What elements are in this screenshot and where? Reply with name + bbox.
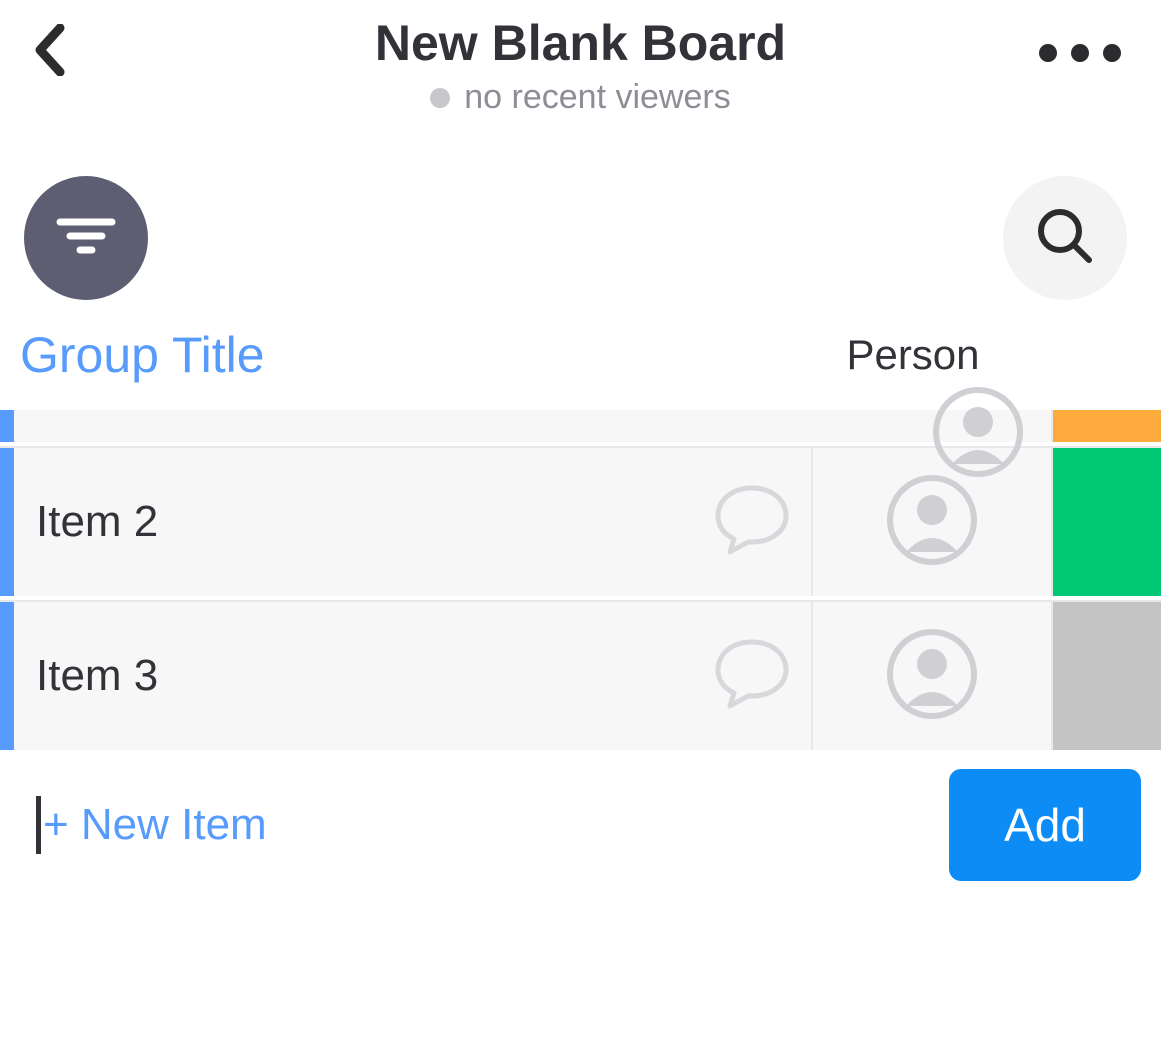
person-cell[interactable] bbox=[813, 410, 1053, 442]
filter-button[interactable] bbox=[24, 176, 148, 300]
chevron-left-icon bbox=[34, 24, 66, 81]
status-dot-icon bbox=[430, 88, 450, 108]
ellipsis-icon bbox=[1039, 44, 1121, 62]
viewers-row[interactable]: no recent viewers bbox=[375, 78, 786, 117]
chat-cell[interactable] bbox=[693, 448, 813, 596]
item-name-cell[interactable]: Item 3 bbox=[14, 602, 693, 750]
add-button[interactable]: Add bbox=[949, 769, 1141, 881]
speech-bubble-icon bbox=[710, 634, 794, 719]
status-cell[interactable] bbox=[1053, 602, 1161, 750]
chat-cell[interactable] bbox=[693, 602, 813, 750]
status-cell[interactable] bbox=[1053, 410, 1161, 442]
filter-icon bbox=[56, 214, 116, 263]
person-cell[interactable] bbox=[813, 602, 1053, 750]
group-color-stripe bbox=[0, 602, 14, 750]
group-title-header[interactable]: Group Title bbox=[20, 326, 773, 384]
avatar-placeholder-icon bbox=[886, 628, 978, 725]
avatar-placeholder-icon bbox=[886, 474, 978, 571]
item-name-cell[interactable]: Item 2 bbox=[14, 448, 693, 596]
group-color-stripe bbox=[0, 448, 14, 596]
new-item-input-wrap bbox=[14, 796, 949, 854]
text-caret-icon bbox=[36, 796, 41, 854]
back-button[interactable] bbox=[26, 28, 74, 76]
person-column-header[interactable]: Person bbox=[773, 331, 1053, 379]
status-cell[interactable] bbox=[1053, 448, 1161, 596]
search-button[interactable] bbox=[1003, 176, 1127, 300]
group-color-stripe bbox=[0, 410, 14, 442]
more-button[interactable] bbox=[1039, 44, 1121, 62]
new-item-input[interactable] bbox=[43, 800, 949, 850]
table-row[interactable] bbox=[0, 410, 1161, 442]
speech-bubble-icon bbox=[710, 480, 794, 565]
board-title[interactable]: New Blank Board bbox=[375, 14, 786, 72]
search-icon bbox=[1033, 204, 1097, 273]
title-block: New Blank Board no recent viewers bbox=[375, 14, 786, 117]
header-bar: New Blank Board no recent viewers bbox=[0, 0, 1161, 120]
controls-row bbox=[0, 120, 1161, 300]
viewers-label: no recent viewers bbox=[464, 78, 730, 117]
new-item-row: Add bbox=[0, 750, 1161, 900]
table-row[interactable]: Item 3 bbox=[0, 600, 1161, 750]
board-group: Item 2 Item 3 bbox=[0, 410, 1161, 900]
